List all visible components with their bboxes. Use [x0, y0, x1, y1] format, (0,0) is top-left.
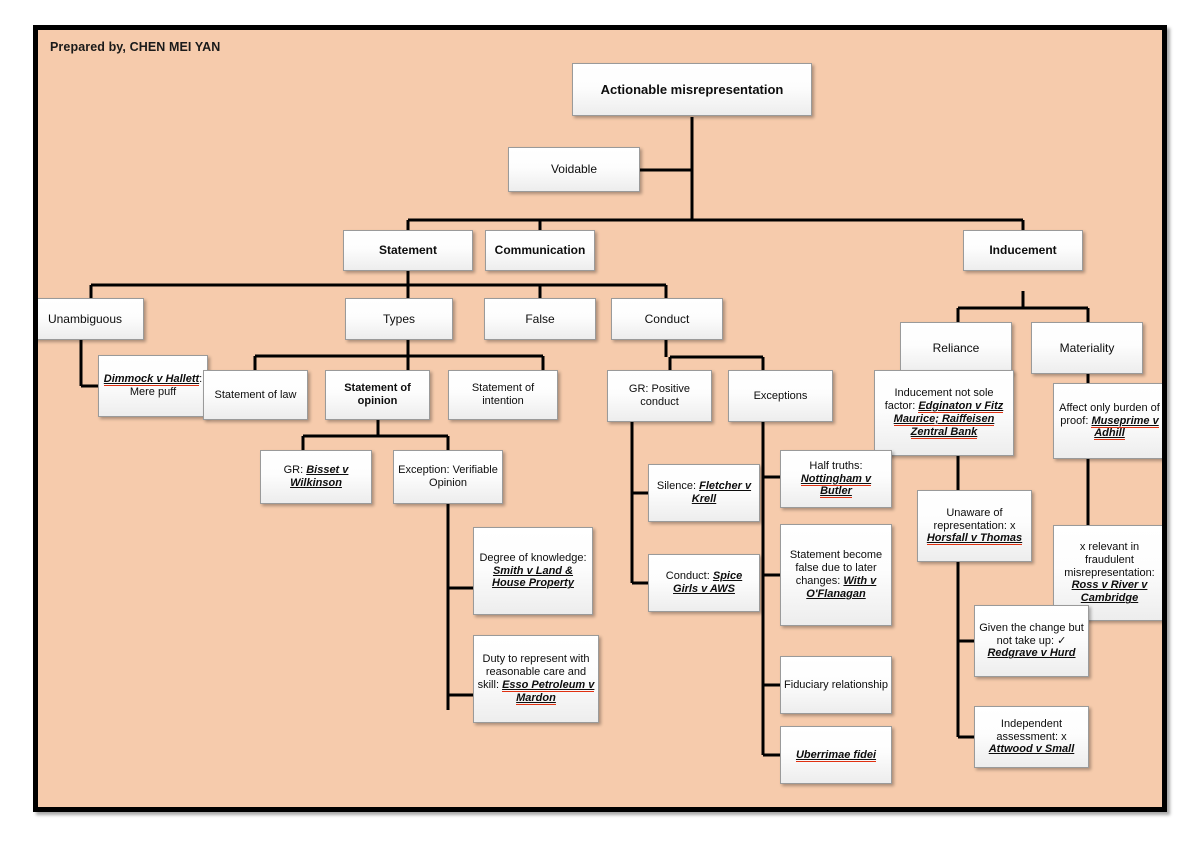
node-independent-assessment-attwood-v-small[interactable]: Independent assessment: x Attwood v Smal…: [974, 706, 1089, 768]
node-label-lead: Given the change but not take up: ✓: [979, 621, 1084, 647]
node-label: Unambiguous: [47, 311, 123, 326]
node-label: Dimmock v Hallett: Mere puff: [102, 373, 204, 399]
node-false[interactable]: False: [484, 298, 596, 340]
node-label: Inducement not sole factor: Edginaton v …: [878, 387, 1010, 439]
node-statement-become-false[interactable]: Statement become false due to later chan…: [780, 524, 892, 626]
case-citation: Attwood v Small: [988, 743, 1075, 756]
node-actionable-misrepresentation[interactable]: Actionable misrepresentation: [572, 63, 812, 116]
node-label: Inducement: [989, 243, 1057, 258]
node-label: Statement of law: [214, 388, 297, 401]
node-conduct[interactable]: Conduct: [611, 298, 723, 340]
case-citation: Smith v Land & House Property: [492, 564, 574, 590]
node-half-truths-nottingham-v-butler[interactable]: Half truths: Nottingham v Butler: [780, 450, 892, 508]
node-label: False: [525, 311, 555, 326]
node-label: Statement: [378, 243, 437, 258]
node-types[interactable]: Types: [345, 298, 453, 340]
node-label: Statement of intention: [471, 382, 535, 407]
node-label-lead: Silence:: [656, 480, 700, 493]
diagram-canvas: Prepared by, CHEN MEI YAN Actionable mis…: [0, 0, 1200, 849]
node-label: GR: Bisset v Wilkinson: [264, 464, 368, 490]
case-citation: Horsfall v Thomas: [926, 532, 1023, 546]
node-unambiguous[interactable]: Unambiguous: [38, 298, 144, 340]
node-label: Types: [382, 311, 415, 326]
node-label: Silence: Fletcher v Krell: [652, 480, 756, 506]
node-given-the-change-redgrave-v-hurd[interactable]: Given the change but not take up: ✓ Redg…: [974, 605, 1089, 677]
node-reliance[interactable]: Reliance: [900, 322, 1012, 374]
node-label-lead: Half truths:: [809, 459, 863, 472]
node-label: Duty to represent with reasonable care a…: [477, 653, 595, 705]
node-duty-to-represent-esso-petroleum[interactable]: Duty to represent with reasonable care a…: [473, 635, 599, 723]
node-inducement[interactable]: Inducement: [963, 230, 1083, 271]
prepared-by-label: Prepared by, CHEN MEI YAN: [50, 40, 221, 54]
node-label: Independent assessment: x Attwood v Smal…: [978, 718, 1085, 757]
node-statement-of-intention[interactable]: Statement of intention: [448, 370, 558, 420]
node-label-lead: x relevant in fraudulent misrepresentati…: [1064, 540, 1155, 579]
node-label-lead: Degree of knowledge:: [479, 551, 587, 564]
node-label: Degree of knowledge: Smith v Land & Hous…: [477, 552, 589, 591]
node-label-lead: Independent assessment: x: [996, 717, 1067, 743]
node-label-lead: GR:: [283, 464, 307, 477]
node-gr-positive-conduct[interactable]: GR: Positive conduct: [607, 370, 712, 422]
node-label: Materiality: [1059, 340, 1115, 355]
node-label: Communication: [494, 243, 586, 258]
slide-frame: Prepared by, CHEN MEI YAN Actionable mis…: [33, 25, 1167, 812]
node-label: Fiduciary relationship: [784, 678, 888, 691]
node-statement[interactable]: Statement: [343, 230, 473, 271]
node-label: Conduct: Spice Girls v AWS: [652, 570, 756, 596]
node-materiality[interactable]: Materiality: [1031, 322, 1143, 374]
node-label-lead: Unaware of representation: x: [933, 506, 1016, 532]
node-label-lead: Conduct:: [665, 570, 713, 583]
node-communication[interactable]: Communication: [485, 230, 595, 271]
node-label: Uberrimae fidei: [784, 748, 888, 762]
node-exceptions[interactable]: Exceptions: [728, 370, 833, 422]
node-degree-of-knowledge[interactable]: Degree of knowledge: Smith v Land & Hous…: [473, 527, 593, 615]
node-gr-bisset-v-wilkinson[interactable]: GR: Bisset v Wilkinson: [260, 450, 372, 504]
node-label: Statement become false due to later chan…: [784, 549, 888, 601]
node-affect-only-burden-of-proof[interactable]: Affect only burden of proof: Museprime v…: [1053, 383, 1162, 459]
node-statement-of-opinion[interactable]: Statement of opinion: [325, 370, 430, 420]
node-label: Affect only burden of proof: Museprime v…: [1057, 402, 1162, 441]
node-label: Exception: Verifiable Opinion: [398, 464, 498, 489]
node-silence-fletcher-v-krell[interactable]: Silence: Fletcher v Krell: [648, 464, 760, 522]
node-label: Half truths: Nottingham v Butler: [784, 460, 888, 499]
node-label: Statement of opinion: [344, 382, 411, 407]
case-citation: Ross v River v Cambridge: [1071, 579, 1148, 605]
node-label: Actionable misrepresentation: [600, 81, 784, 97]
node-label: Unaware of representation: x Horsfall v …: [921, 507, 1028, 546]
node-inducement-not-sole-factor[interactable]: Inducement not sole factor: Edginaton v …: [874, 370, 1014, 456]
node-label: x relevant in fraudulent misrepresentati…: [1057, 541, 1162, 606]
node-label: Voidable: [550, 162, 598, 177]
case-citation: Esso Petroleum v Mardon: [502, 679, 595, 705]
node-dimmock-v-hallett[interactable]: Dimmock v Hallett: Mere puff: [98, 355, 208, 417]
case-citation: Fletcher v Krell: [691, 480, 752, 505]
case-citation: Redgrave v Hurd: [987, 647, 1076, 660]
node-label: GR: Positive conduct: [628, 383, 691, 408]
node-label: Reliance: [932, 340, 980, 355]
node-conduct-spice-girls-v-aws[interactable]: Conduct: Spice Girls v AWS: [648, 554, 760, 612]
case-citation: Uberrimae fidei: [795, 748, 877, 762]
case-citation: Museprime v Adhill: [1091, 414, 1159, 441]
node-label: Conduct: [644, 311, 690, 326]
case-citation: Nottingham v Butler: [800, 472, 872, 499]
node-label: Given the change but not take up: ✓ Redg…: [978, 622, 1085, 661]
node-statement-of-law[interactable]: Statement of law: [203, 370, 308, 420]
node-exception-verifiable-opinion[interactable]: Exception: Verifiable Opinion: [393, 450, 503, 504]
node-unaware-of-representation[interactable]: Unaware of representation: x Horsfall v …: [917, 490, 1032, 562]
node-uberrimae-fidei[interactable]: Uberrimae fidei: [780, 726, 892, 784]
node-label: Exceptions: [753, 389, 808, 402]
node-voidable[interactable]: Voidable: [508, 147, 640, 192]
case-citation: Dimmock v Hallett: [103, 373, 200, 387]
node-fiduciary-relationship[interactable]: Fiduciary relationship: [780, 656, 892, 714]
